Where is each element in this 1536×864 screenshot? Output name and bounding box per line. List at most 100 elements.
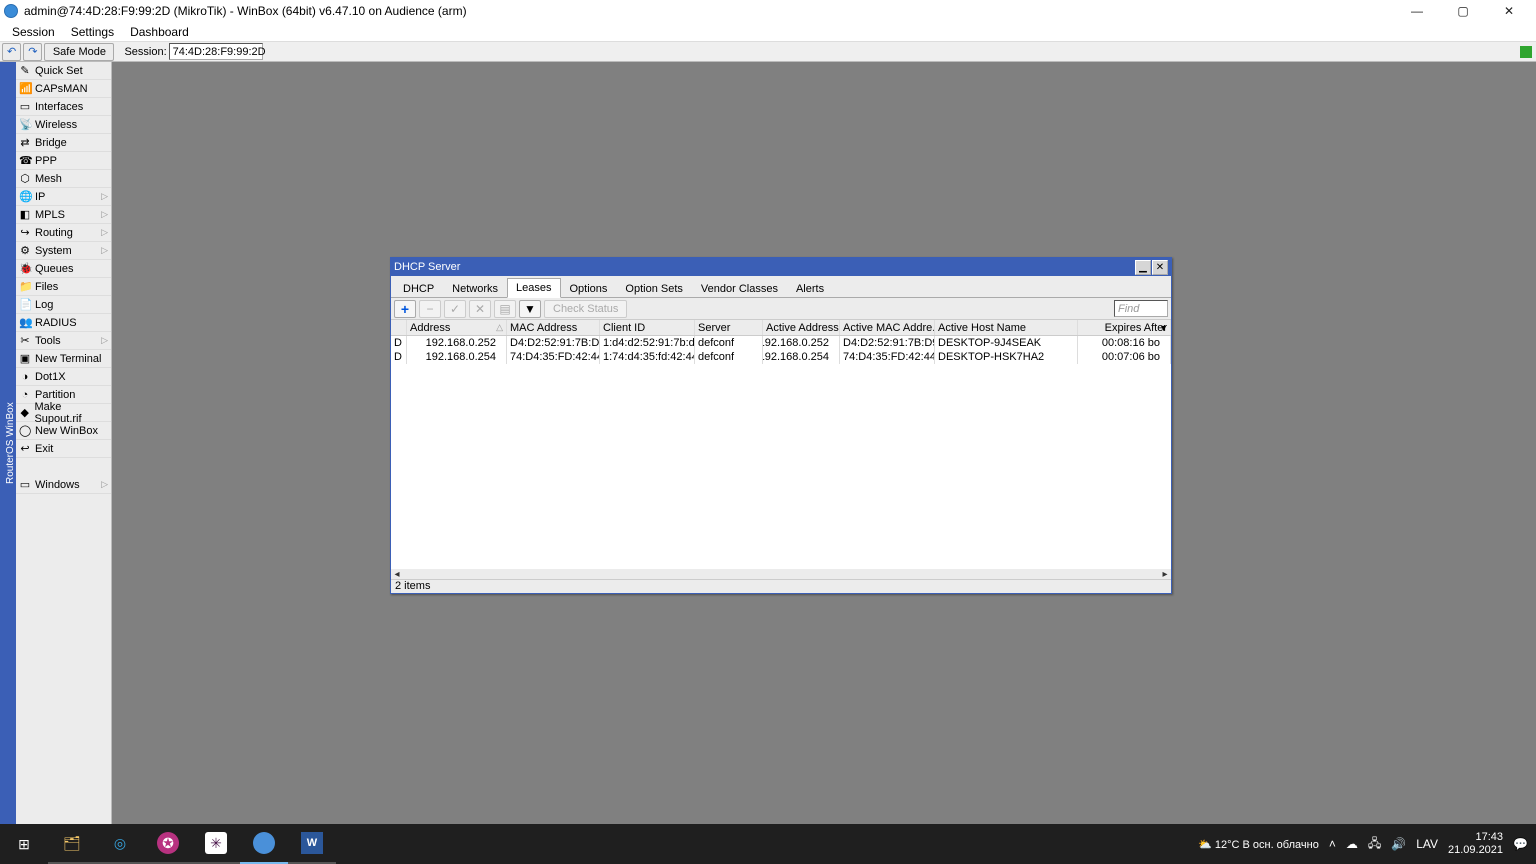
taskbar-slack[interactable]: ✳: [192, 824, 240, 864]
horizontal-scrollbar[interactable]: ◂ ▸: [391, 569, 1171, 579]
sidebar-item-ip[interactable]: 🌐IP▷: [16, 188, 111, 206]
tab-options[interactable]: Options: [561, 279, 617, 298]
comment-button[interactable]: ▤: [494, 300, 516, 318]
disable-button[interactable]: ✕: [469, 300, 491, 318]
sidebar-item-label: Bridge: [35, 137, 67, 149]
sidebar-item-mesh[interactable]: ⬡Mesh: [16, 170, 111, 188]
maximize-button[interactable]: ▢: [1440, 0, 1486, 22]
minimize-button[interactable]: —: [1394, 0, 1440, 22]
sidebar: ✎Quick Set📶CAPsMAN▭Interfaces📡Wireless ⇄ B…: [16, 62, 112, 824]
workspace: DHCP Server ▁ ✕ DHCP Networks Leases Opt…: [112, 62, 1536, 824]
table-row[interactable]: D192.168.0.25474:D4:35:FD:42:441:74:d4:3…: [391, 350, 1171, 364]
table-row[interactable]: D192.168.0.252D4:D2:52:91:7B:D91:d4:d2:5…: [391, 336, 1171, 350]
session-field[interactable]: 74:4D:28:F9:99:2D: [169, 43, 263, 60]
tab-leases[interactable]: Leases: [507, 278, 560, 298]
taskbar-edge[interactable]: ◎: [96, 824, 144, 864]
sidebar-icon: ☎: [19, 154, 31, 167]
tray-language[interactable]: LAV: [1416, 837, 1438, 851]
taskbar-winbox[interactable]: [240, 824, 288, 864]
sidebar-icon: 🐞: [19, 262, 31, 275]
remove-button[interactable]: −: [419, 300, 441, 318]
undo-button[interactable]: ↶: [2, 43, 21, 61]
col-flag[interactable]: [391, 320, 407, 335]
start-button[interactable]: ⊞: [0, 824, 48, 864]
main-toolbar: ↶ ↷ Safe Mode Session: 74:4D:28:F9:99:2D: [0, 42, 1536, 62]
side-tab-routeros[interactable]: RouterOS WinBox: [0, 62, 16, 824]
close-button[interactable]: ✕: [1486, 0, 1532, 22]
sidebar-item-routing[interactable]: ↪Routing▷: [16, 224, 111, 242]
sidebar-item-new-winbox[interactable]: ◯New WinBox: [16, 422, 111, 440]
sidebar-item-mpls[interactable]: ◧MPLS▷: [16, 206, 111, 224]
taskbar-explorer[interactable]: 🗂: [48, 824, 96, 864]
sidebar-item-log[interactable]: 📄Log: [16, 296, 111, 314]
filter-button[interactable]: ▼: [519, 300, 541, 318]
dhcp-minimize-button[interactable]: ▁: [1135, 260, 1151, 275]
sidebar-item-queues[interactable]: 🐞Queues: [16, 260, 111, 278]
sidebar-item-quick-set[interactable]: ✎Quick Set: [16, 62, 111, 80]
weather-widget[interactable]: ⛅ 12°C В осн. облачно: [1198, 838, 1319, 851]
sidebar-item-tools[interactable]: ✂Tools▷: [16, 332, 111, 350]
tray-chevron-icon[interactable]: ˄: [1329, 837, 1336, 851]
lease-grid: Address△ MAC Address Client ID Server Ac…: [391, 320, 1171, 569]
tray-clock[interactable]: 17:43 21.09.2021: [1448, 831, 1503, 857]
sidebar-icon: ✎: [19, 64, 31, 77]
sidebar-icon: ⇄: [19, 136, 31, 149]
sidebar-item-radius[interactable]: 👥RADIUS: [16, 314, 111, 332]
taskbar-teams[interactable]: ✪: [144, 824, 192, 864]
redo-button[interactable]: ↷: [23, 43, 42, 61]
sidebar-item-dot1x[interactable]: ◑ Dot1X: [16, 368, 111, 386]
col-active-host[interactable]: Active Host Name: [935, 320, 1078, 335]
menu-session[interactable]: Session: [4, 23, 63, 41]
add-button[interactable]: +: [394, 300, 416, 318]
menu-dashboard[interactable]: Dashboard: [122, 23, 197, 41]
col-client-id[interactable]: Client ID: [600, 320, 695, 335]
sidebar-item-exit[interactable]: ↩Exit: [16, 440, 111, 458]
sidebar-icon: 📁: [19, 280, 31, 293]
sidebar-icon: ◯: [19, 424, 31, 437]
sidebar-item-label: Dot1X: [35, 371, 66, 383]
safe-mode-button[interactable]: Safe Mode: [44, 43, 114, 61]
tab-option-sets[interactable]: Option Sets: [616, 279, 691, 298]
tray-onedrive-icon[interactable]: ☁: [1346, 837, 1358, 851]
sidebar-item-system[interactable]: ⚙System▷: [16, 242, 111, 260]
taskbar-word[interactable]: W: [288, 824, 336, 864]
col-server[interactable]: Server: [695, 320, 763, 335]
sidebar-item-label: Wireless: [35, 119, 77, 131]
sidebar-item-make-supout-rif[interactable]: ◆Make Supout.rif: [16, 404, 111, 422]
tray-network-icon[interactable]: 🖧: [1368, 834, 1381, 855]
sidebar-icon: ↪: [19, 226, 31, 239]
sidebar-item-label: Exit: [35, 443, 53, 455]
sidebar-item-windows[interactable]: ▭ Windows ▷: [16, 476, 111, 494]
sidebar-item-interfaces[interactable]: ▭Interfaces: [16, 98, 111, 116]
tab-vendor-classes[interactable]: Vendor Classes: [692, 279, 787, 298]
sidebar-item-capsman[interactable]: 📶CAPsMAN: [16, 80, 111, 98]
tab-alerts[interactable]: Alerts: [787, 279, 833, 298]
sidebar-item-files[interactable]: 📁Files: [16, 278, 111, 296]
sidebar-item-new-terminal[interactable]: ▣New Terminal: [16, 350, 111, 368]
tab-networks[interactable]: Networks: [443, 279, 507, 298]
scroll-left-icon[interactable]: ◂: [391, 569, 403, 580]
sidebar-icon: 📶: [19, 82, 31, 95]
dhcp-window-titlebar[interactable]: DHCP Server ▁ ✕: [391, 258, 1171, 276]
sidebar-item-wireless[interactable]: 📡Wireless: [16, 116, 111, 134]
sidebar-icon: ⚙: [19, 244, 31, 257]
col-mac[interactable]: MAC Address: [507, 320, 600, 335]
col-active-mac[interactable]: Active MAC Addre...: [840, 320, 935, 335]
tray-volume-icon[interactable]: 🔊: [1391, 837, 1406, 851]
enable-button[interactable]: ✓: [444, 300, 466, 318]
sidebar-item-bridge[interactable]: ⇄ Bridge: [16, 134, 111, 152]
dhcp-close-button[interactable]: ✕: [1152, 260, 1168, 275]
scroll-right-icon[interactable]: ▸: [1159, 569, 1171, 580]
find-input[interactable]: Find: [1114, 300, 1168, 317]
tab-dhcp[interactable]: DHCP: [394, 279, 443, 298]
sidebar-item-label: Windows: [35, 479, 80, 491]
tray-notifications-icon[interactable]: 💬: [1513, 837, 1528, 851]
col-expires[interactable]: Expires After▼: [1078, 320, 1171, 335]
check-status-button[interactable]: Check Status: [544, 300, 627, 318]
sidebar-item-ppp[interactable]: ☎PPP: [16, 152, 111, 170]
sidebar-item-label: Routing: [35, 227, 73, 239]
menu-settings[interactable]: Settings: [63, 23, 122, 41]
sidebar-icon: ◑: [19, 371, 31, 383]
col-active-address[interactable]: Active Address: [763, 320, 840, 335]
col-address[interactable]: Address△: [407, 320, 507, 335]
